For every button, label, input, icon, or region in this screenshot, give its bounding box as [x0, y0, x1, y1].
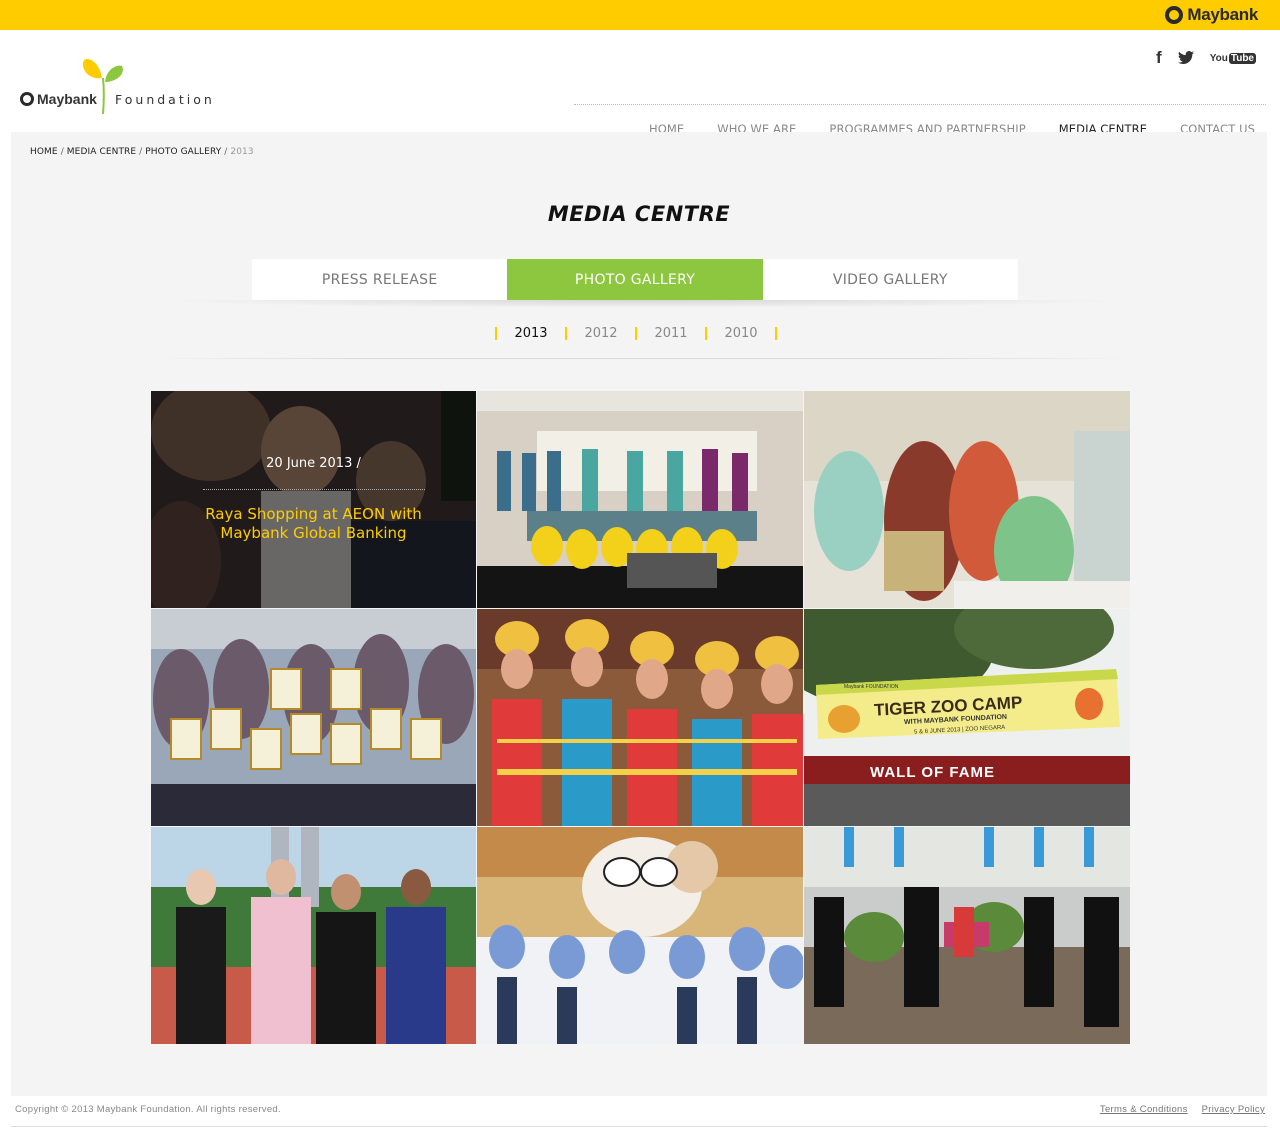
youtube-icon[interactable]: You Tube	[1210, 52, 1256, 64]
site-footer: Copyright © 2013 Maybank Foundation. All…	[0, 1096, 1280, 1128]
photo-school-children[interactable]	[477, 827, 803, 1044]
zoo-banner-small: Maybank FOUNDATION	[844, 684, 899, 690]
year-separator	[775, 326, 777, 340]
page-title: MEDIA CENTRE	[547, 202, 731, 226]
facebook-icon[interactable]: f	[1156, 48, 1162, 68]
photo-title[interactable]: Raya Shopping at AEON with Maybank Globa…	[181, 505, 446, 543]
privacy-link[interactable]: Privacy Policy	[1202, 1104, 1265, 1115]
main-content: HOME / MEDIA CENTRE / PHOTO GALLERY / 20…	[11, 132, 1267, 1096]
photo-tiger-zoo-camp[interactable]: Maybank FOUNDATION TIGER ZOO CAMP WITH M…	[804, 609, 1130, 826]
breadcrumb: HOME / MEDIA CENTRE / PHOTO GALLERY / 20…	[30, 147, 254, 157]
year-2013[interactable]: 2013	[495, 326, 565, 341]
photo-tree-planting[interactable]	[804, 827, 1130, 1044]
wall-of-fame-sign: WALL OF FAME	[870, 764, 995, 781]
media-tabs: PRESS RELEASE PHOTO GALLERY VIDEO GALLER…	[252, 259, 1018, 300]
tabs-shadow	[151, 300, 1131, 308]
photo-certificate-ceremony[interactable]	[151, 609, 476, 826]
year-2010[interactable]: 2010	[705, 326, 775, 341]
photo-image	[151, 609, 476, 826]
social-links: f You Tube	[1156, 48, 1256, 68]
footer-divider	[11, 1126, 1267, 1127]
maybank-corporate-logo[interactable]: Maybank	[1165, 5, 1258, 25]
header-divider	[574, 104, 1266, 105]
photo-raya-shopping[interactable]: 20 June 2013 / Raya Shopping at AEON wit…	[151, 391, 476, 608]
copyright: Copyright © 2013 Maybank Foundation. All…	[15, 1104, 281, 1115]
photo-image	[477, 609, 803, 826]
tab-press-release[interactable]: PRESS RELEASE	[252, 259, 508, 300]
breadcrumb-media-centre[interactable]: MEDIA CENTRE	[67, 147, 136, 157]
photo-hover-overlay	[151, 391, 476, 608]
photo-stage-event[interactable]	[477, 391, 803, 608]
maybank-small-wordmark: Maybank	[20, 91, 97, 107]
footer-links: Terms & Conditions Privacy Policy	[1100, 1104, 1265, 1115]
twitter-icon[interactable]	[1177, 51, 1194, 65]
maybank-tiger-icon	[1165, 6, 1184, 24]
photo-caption-divider	[203, 489, 425, 490]
maybank-tiger-small-icon	[20, 92, 34, 106]
site-header: Maybank Foundation f You Tube HOME WHO WE…	[0, 30, 1280, 136]
top-bar: Maybank	[0, 0, 1280, 30]
maybank-foundation-logo[interactable]: Maybank Foundation	[20, 58, 230, 116]
terms-link[interactable]: Terms & Conditions	[1100, 1104, 1188, 1115]
photo-hospital-visit[interactable]	[804, 391, 1130, 608]
photo-image	[477, 827, 803, 1044]
year-2011[interactable]: 2011	[635, 326, 705, 341]
photo-image	[804, 391, 1130, 608]
foundation-wordmark: Foundation	[115, 92, 215, 107]
photo-image	[477, 391, 803, 608]
photo-group-outdoor[interactable]	[151, 827, 476, 1044]
photo-date: 20 June 2013 /	[266, 456, 361, 471]
photo-image	[804, 827, 1130, 1044]
tab-photo-gallery[interactable]: PHOTO GALLERY	[507, 259, 763, 300]
year-filter: 2013 2012 2011 2010	[495, 325, 777, 341]
breadcrumb-photo-gallery[interactable]: PHOTO GALLERY	[145, 147, 221, 157]
breadcrumb-home[interactable]: HOME	[30, 147, 58, 157]
breadcrumb-current: 2013	[230, 147, 254, 157]
year-2012[interactable]: 2012	[565, 326, 635, 341]
photo-grid: 20 June 2013 / Raya Shopping at AEON wit…	[151, 391, 1130, 1044]
photo-image: Maybank FOUNDATION TIGER ZOO CAMP WITH M…	[804, 609, 1130, 826]
maybank-wordmark: Maybank	[1187, 5, 1258, 24]
photo-image	[151, 827, 476, 1044]
tab-video-gallery[interactable]: VIDEO GALLERY	[762, 259, 1018, 300]
photo-balinese-dancers[interactable]	[477, 609, 803, 826]
years-divider	[151, 358, 1131, 359]
